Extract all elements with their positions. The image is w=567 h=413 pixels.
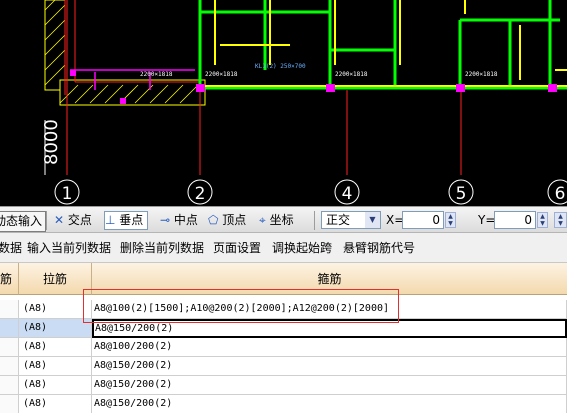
column-header-bar[interactable]: 筋	[0, 263, 19, 295]
perpendicular-snap-button[interactable]: ⊥ 垂点	[104, 211, 149, 230]
highlight-annotation-box	[83, 289, 399, 323]
dynamic-input-button[interactable]: 动态输入	[0, 211, 47, 232]
coordinate-icon: ⌖	[259, 213, 266, 227]
menu-item-page-setup[interactable]: 页面设置	[213, 239, 261, 256]
axis-label-4: 4	[342, 184, 353, 204]
y-coordinate-input[interactable]: 0	[494, 211, 536, 229]
svg-text:2200×1818: 2200×1818	[205, 71, 238, 78]
coordinate-snap-button[interactable]: ⌖ 坐标	[259, 210, 294, 230]
menu-item-data[interactable]: 数据	[0, 239, 22, 256]
x-spinner[interactable]: ▲ ▼	[445, 212, 456, 228]
hatched-wall	[44, 0, 206, 106]
column-header-tie[interactable]: 拉筋	[19, 263, 92, 295]
svg-text:KL1(2) 250×700: KL1(2) 250×700	[255, 63, 306, 70]
axis-label-5: 5	[456, 184, 467, 204]
x-coordinate-input[interactable]: 0	[402, 211, 444, 229]
svg-text:2200×1818: 2200×1818	[335, 71, 368, 78]
svg-text:2200×1818: 2200×1818	[465, 71, 498, 78]
vertex-snap-button[interactable]: ⬠ 顶点	[208, 210, 246, 230]
extra-spinner[interactable]: ▲ ▼	[554, 212, 567, 228]
menu-item-input-column[interactable]: 输入当前列数据	[27, 239, 111, 256]
midpoint-icon: ⊸	[160, 213, 171, 227]
axis-label-6: 6	[555, 184, 566, 204]
ortho-mode-select[interactable]: 正交 ▼	[321, 211, 381, 229]
axis-label-1: 1	[62, 184, 73, 204]
table-menu-bar: 数据 输入当前列数据 删除当前列数据 页面设置 调换起始跨 悬臂钢筋代号	[0, 233, 567, 263]
table-row[interactable]: (A8) A8@150/200(2)	[0, 357, 567, 376]
y-spinner[interactable]: ▲ ▼	[537, 212, 548, 228]
vertex-icon: ⬠	[208, 213, 219, 227]
perpendicular-icon: ⊥	[105, 213, 116, 227]
svg-text:2200×1818: 2200×1818	[140, 71, 173, 78]
table-row[interactable]: (A8) A8@150/200(2)	[0, 395, 567, 413]
menu-item-delete-column[interactable]: 删除当前列数据	[120, 239, 204, 256]
chevron-down-icon: ▼	[365, 212, 380, 228]
rebar-table: 筋 拉筋 箍筋 (A8) A8@100(2)[1500];A10@200(2)[…	[0, 263, 567, 413]
y-label: Y=	[478, 213, 496, 227]
dimension-text: 8000	[41, 119, 62, 165]
midpoint-snap-button[interactable]: ⊸ 中点	[160, 210, 198, 230]
intersection-snap-button[interactable]: ✕ 交点	[54, 210, 92, 230]
table-row[interactable]: (A8) A8@100/200(2)	[0, 338, 567, 357]
menu-item-cantilever-code[interactable]: 悬臂钢筋代号	[343, 239, 415, 256]
axis-label-2: 2	[195, 184, 206, 204]
intersection-icon: ✕	[54, 213, 65, 227]
table-row[interactable]: (A8) A8@150/200(2)	[0, 376, 567, 395]
menu-item-swap-span[interactable]: 调换起始跨	[272, 239, 332, 256]
cad-drawing-canvas[interactable]: 2200×1818 2200×1818 2200×1818 2200×1818 …	[0, 0, 567, 206]
snap-toolbar: 动态输入 ✕ 交点 ⊥ 垂点 ⊸ 中点 ⬠ 顶点 ⌖ 坐标 正交 ▼ X= 0 …	[0, 206, 567, 233]
